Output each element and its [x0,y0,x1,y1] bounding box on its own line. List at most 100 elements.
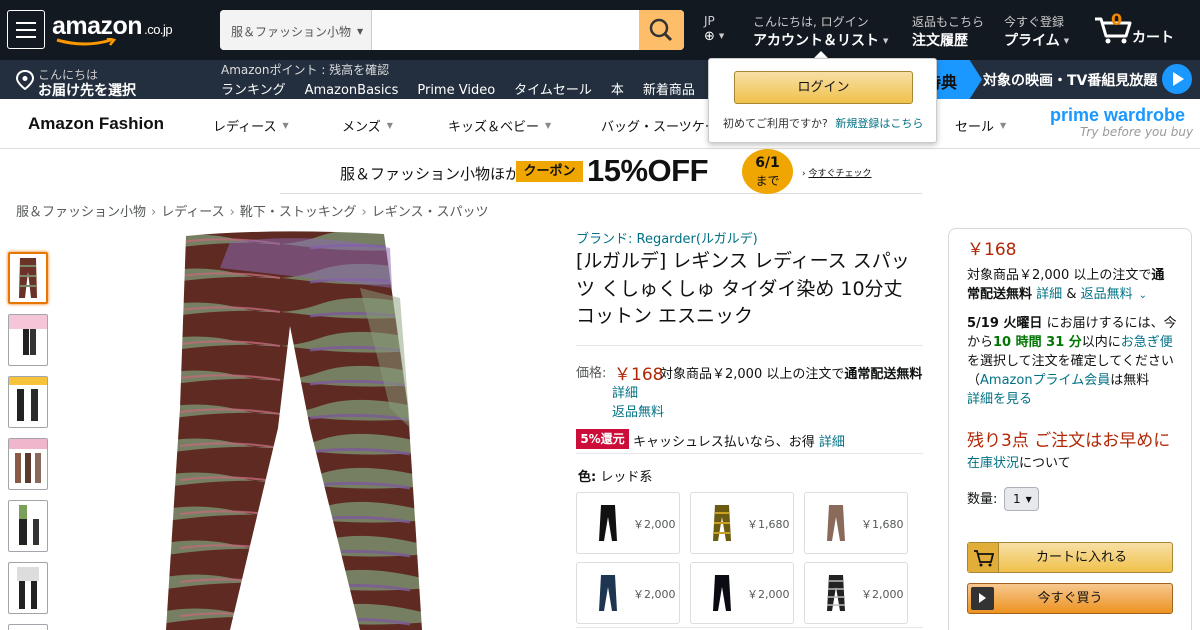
cashless-details-link[interactable]: 詳細 [819,435,845,450]
language-code: JP [704,14,715,28]
play-icon[interactable] [1162,64,1192,94]
register-link[interactable]: 新規登録はこちら [835,117,923,130]
details-link[interactable]: 詳細 [612,382,638,401]
check-now-link[interactable]: 今すぐチェック [808,169,871,179]
caret-down-icon: ▼ [282,121,289,130]
delivery-text: は無料 [1110,373,1150,388]
price-label: 価格: [576,366,607,381]
language-selector[interactable]: JP ⊕ ▼ [704,14,724,44]
search-button[interactable] [639,10,684,50]
leggings-icon [599,575,617,611]
search-icon [649,18,673,42]
prime-wardrobe-logo[interactable]: prime wardrobe [1050,105,1185,126]
caret-down-icon: ▼ [357,27,364,36]
leggings-icon [827,575,845,611]
color-swatch[interactable]: ￥2,000 [804,562,908,624]
nav-top: amazon .co.jp 服＆ファッション小物 ▼ JP ⊕ ▼ こんにちは, ログ… [0,0,1200,60]
chevron-right-icon: › [361,205,367,220]
subnav-link-new-arrivals[interactable]: 新着商品 [643,83,695,98]
cart-link[interactable]: 0 カート [1093,10,1183,50]
search-input[interactable] [373,10,639,50]
thumbnail[interactable] [8,500,48,552]
coupon-badge: クーポン [516,161,583,182]
color-swatch[interactable]: ￥2,000 [576,492,680,554]
stock-status-link[interactable]: 在庫状況 [967,456,1019,471]
search-category-label: 服＆ファッション小物 [231,25,352,39]
quantity-label: 数量: [967,492,998,507]
fashion-nav-mens[interactable]: メンズ ▼ [342,116,393,135]
buybox-details-link[interactable]: 詳細 [1036,287,1062,302]
coupon-banner[interactable]: 服＆ファッション小物ほか クーポン 15%OFF 6/1 まで › 今すぐチェッ… [280,149,922,194]
color-label: 色: [578,470,597,485]
product-main-image[interactable] [160,228,430,630]
color-swatch[interactable]: ￥2,000 [576,562,680,624]
color-swatch[interactable]: ￥1,680 [690,492,794,554]
orders-label: 注文履歴 [912,33,968,49]
deliver-label: お届け先を選択 [38,83,136,99]
add-to-cart-button[interactable]: カートに入れる [967,542,1173,573]
thumbnail[interactable] [8,252,48,304]
thumbnail[interactable] [8,438,48,490]
leggings-icon [599,505,617,541]
amazon-logo[interactable]: amazon .co.jp [52,12,173,41]
delivery-info: 5/19 火曜日 にお届けするには、今から10 時間 31 分以内にお急ぎ便を選… [967,314,1177,409]
fashion-nav-sale[interactable]: セール ▼ [955,116,1006,135]
divider [576,345,923,346]
stock-suffix: について [1019,456,1071,471]
subnav-link-prime-video[interactable]: Prime Video [417,83,495,98]
thumbnail[interactable] [8,562,48,614]
fashion-nav: Amazon Fashion レディース ▼ メンズ ▼ キッズ＆ベビー ▼ バッグ・… [0,99,1200,149]
first-time-text: 初めてご利用ですか? [723,117,828,130]
leggings-icon [713,575,731,611]
cart-count: 0 [1111,10,1123,29]
caret-down-icon: ▼ [386,121,393,130]
breadcrumb-item[interactable]: レギンス・スパッツ [372,205,489,220]
buy-now-label: 今すぐ買う [1037,591,1103,606]
returns-small-text: 返品もこちら [912,15,985,29]
swatch-price: ￥2,000 [861,588,904,601]
promo-text[interactable]: 対象の映画・TV番組見放題 [983,70,1157,90]
fashion-brand[interactable]: Amazon Fashion [28,114,164,134]
chevron-down-icon[interactable]: ⌄ [1139,290,1147,301]
cart-label: カート [1132,30,1174,46]
account-menu[interactable]: こんにちは, ログイン アカウント＆リスト ▼ [753,13,888,50]
hamburger-menu-icon[interactable] [7,10,45,49]
thumbnail[interactable] [8,376,48,428]
subnav-link-timesale[interactable]: タイムセール [514,83,592,98]
buybox-returns-link[interactable]: 返品無料 [1081,287,1133,302]
caret-down-icon: ▼ [1000,121,1007,130]
color-swatch[interactable]: ￥1,680 [804,492,908,554]
orders-link[interactable]: 返品もこちら 注文履歴 [912,13,984,50]
breadcrumb-item[interactable]: レディース [161,205,224,220]
delivery-text: 以内に [1081,335,1121,350]
model-image [9,315,47,355]
prime-member-link[interactable]: Amazonプライム会員 [980,373,1110,388]
prime-menu[interactable]: 今すぐ登録 プライム ▼ [1004,13,1069,50]
brand-link[interactable]: ブランド: Regarder(ルガルデ) [576,228,758,247]
see-details-link[interactable]: 詳細を見る [967,392,1032,407]
color-swatch[interactable]: ￥2,000 [690,562,794,624]
fashion-nav-kids[interactable]: キッズ＆ベビー ▼ [448,116,551,135]
model-image [17,567,39,609]
login-button[interactable]: ログイン [734,71,913,104]
caret-down-icon: ▼ [545,121,552,130]
free-returns-link[interactable]: 返品無料 [612,401,664,420]
buy-now-button[interactable]: 今すぐ買う [967,583,1173,614]
thumbnail[interactable] [8,624,48,630]
buybox-price: ￥168 [967,240,1017,260]
breadcrumb-item[interactable]: 靴下・ストッキング [240,205,357,220]
login-flyout: ログイン 初めてご利用ですか? 新規登録はこちら [708,58,937,143]
points-link[interactable]: Amazonポイント : 残高を確認 [221,61,389,78]
breadcrumb-item[interactable]: 服＆ファッション小物 [16,205,146,220]
quantity-select[interactable]: 1 ▼ [1004,487,1039,511]
thumbnail[interactable] [8,314,48,366]
fashion-nav-label: キッズ＆ベビー [448,120,540,135]
cashless-badge: 5%還元 [576,429,629,449]
subnav-link-books[interactable]: 本 [611,83,624,98]
subnav-link-ranking[interactable]: ランキング [221,83,286,98]
search-category-dropdown[interactable]: 服＆ファッション小物 ▼ [220,10,372,50]
subnav-link-amazonbasics[interactable]: AmazonBasics [305,83,399,98]
express-delivery-link[interactable]: お急ぎ便 [1121,335,1173,350]
fashion-nav-ladies[interactable]: レディース ▼ [213,116,289,135]
globe-icon: ⊕ [704,29,715,44]
